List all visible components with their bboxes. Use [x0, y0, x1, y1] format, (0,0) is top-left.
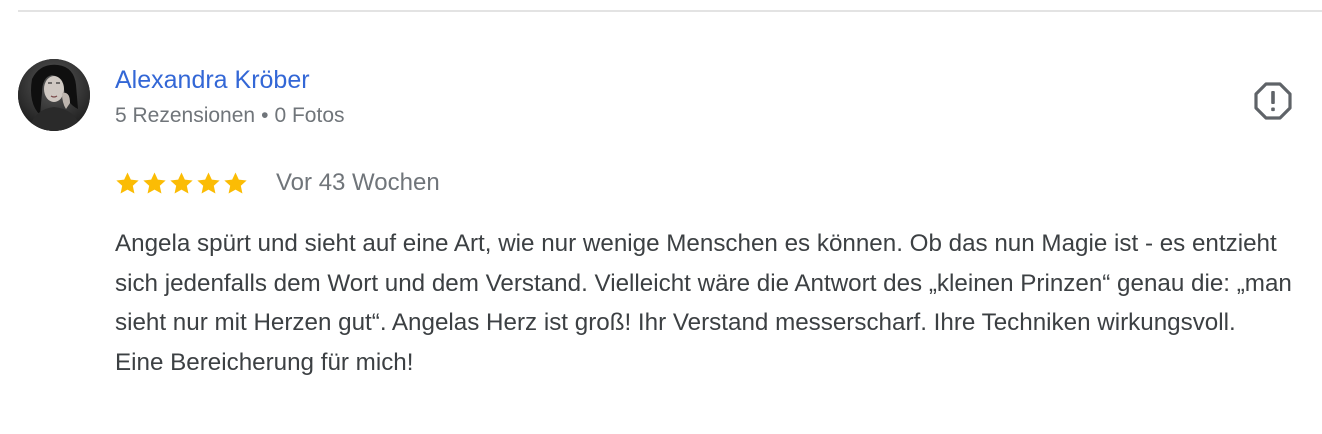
star-icon [197, 171, 220, 193]
report-review-button[interactable] [1252, 80, 1294, 122]
rating-row: Vor 43 Wochen [114, 166, 440, 200]
author-name-link[interactable]: Alexandra Kröber [115, 63, 310, 97]
photos-count: 0 Fotos [274, 104, 345, 127]
reviews-count: 5 Rezensionen [115, 104, 256, 127]
report-flag-octagon-icon [1254, 82, 1292, 120]
review-date: Vor 43 Wochen [276, 169, 440, 196]
star-icon [116, 171, 139, 193]
star-icon [224, 171, 247, 193]
top-divider [18, 10, 1322, 12]
star-icon [143, 171, 166, 193]
author-meta: 5 Rezensionen • 0 Fotos [115, 102, 345, 130]
avatar-photo [18, 59, 90, 131]
meta-separator: • [261, 104, 269, 127]
avatar[interactable] [18, 59, 90, 131]
star-rating [114, 170, 254, 197]
review-text: Angela spürt und sieht auf eine Art, wie… [115, 230, 1292, 376]
star-icon [170, 171, 193, 193]
